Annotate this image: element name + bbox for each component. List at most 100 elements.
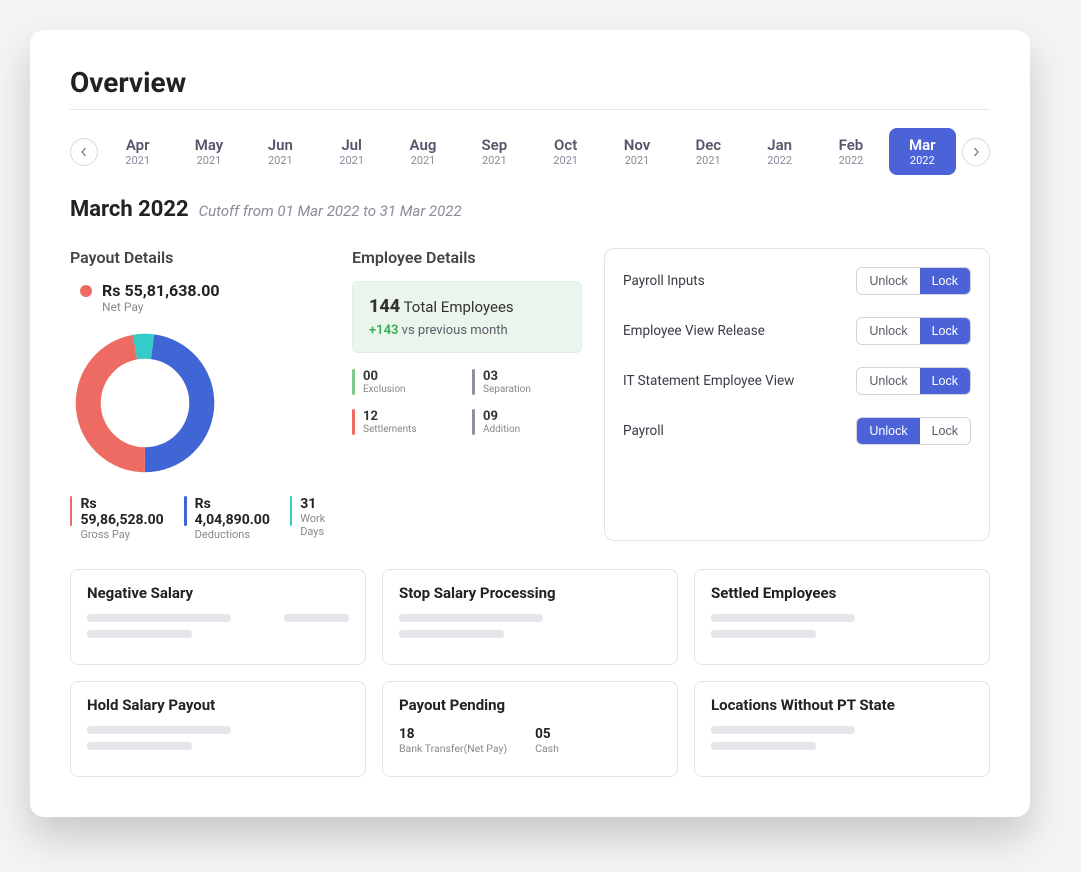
month-item-feb-2022[interactable]: Feb2022 (817, 128, 884, 175)
lock-button[interactable]: Lock (920, 318, 970, 344)
month-label: Oct (536, 136, 595, 154)
lock-button[interactable]: Lock (920, 418, 970, 444)
month-label: Mar (893, 136, 952, 154)
month-label: Nov (607, 136, 666, 154)
month-label: Sep (465, 136, 524, 154)
chevron-right-icon (971, 147, 981, 157)
lock-settings-panel: Payroll InputsUnlockLockEmployee View Re… (604, 248, 990, 541)
year-label: 2021 (251, 154, 310, 167)
card-title: Negative Salary (87, 584, 349, 602)
lock-button[interactable]: Lock (920, 268, 970, 294)
negative-salary-card[interactable]: Negative Salary (70, 569, 366, 665)
month-item-jul-2021[interactable]: Jul2021 (318, 128, 385, 175)
period-title: March 2022 (70, 197, 189, 222)
month-label: Jul (322, 136, 381, 154)
unlock-button[interactable]: Unlock (857, 368, 919, 394)
month-label: Aug (393, 136, 452, 154)
year-label: 2022 (893, 154, 952, 167)
card-title: Settled Employees (711, 584, 973, 602)
payout-pending-bank-val: 18 (399, 726, 507, 742)
employee-delta-text: vs previous month (398, 323, 507, 338)
lock-label: Employee View Release (623, 323, 765, 339)
period-subtitle: Cutoff from 01 Mar 2022 to 31 Mar 2022 (199, 202, 462, 220)
employee-breakdown: 00Exclusion03Separation12Settlements09Ad… (352, 369, 582, 435)
employee-total: 144 Total Employees (369, 296, 565, 317)
year-label: 2021 (679, 154, 738, 167)
net-pay-label: Net Pay (102, 300, 220, 314)
card-title: Stop Salary Processing (399, 584, 661, 602)
month-label: Jan (750, 136, 809, 154)
page-title: Overview (70, 66, 990, 110)
month-label: May (179, 136, 238, 154)
locations-pt-card[interactable]: Locations Without PT State (694, 681, 990, 777)
card-title: Locations Without PT State (711, 696, 973, 714)
year-label: 2021 (179, 154, 238, 167)
year-label: 2021 (465, 154, 524, 167)
month-list: Apr2021May2021Jun2021Jul2021Aug2021Sep20… (104, 128, 956, 175)
net-pay-block: Rs 55,81,638.00 Net Pay (80, 281, 330, 314)
card-title: Hold Salary Payout (87, 696, 349, 714)
month-label: Feb (821, 136, 880, 154)
year-label: 2022 (750, 154, 809, 167)
period-row: March 2022 Cutoff from 01 Mar 2022 to 31… (70, 197, 990, 222)
overview-panel: Overview Apr2021May2021Jun2021Jul2021Aug… (30, 30, 1030, 817)
payout-stats: Rs 59,86,528.00Gross PayRs 4,04,890.00De… (70, 496, 330, 541)
lock-label: Payroll Inputs (623, 273, 705, 289)
lock-label: Payroll (623, 423, 664, 439)
unlock-button[interactable]: Unlock (857, 418, 919, 444)
month-item-may-2021[interactable]: May2021 (175, 128, 242, 175)
month-item-oct-2021[interactable]: Oct2021 (532, 128, 599, 175)
year-label: 2021 (108, 154, 167, 167)
unlock-button[interactable]: Unlock (857, 268, 919, 294)
employee-delta: +143 vs previous month (369, 323, 565, 338)
employee-heading: Employee Details (352, 248, 582, 267)
lock-toggle: UnlockLock (856, 317, 971, 345)
month-item-apr-2021[interactable]: Apr2021 (104, 128, 171, 175)
month-navigator: Apr2021May2021Jun2021Jul2021Aug2021Sep20… (70, 128, 990, 175)
payout-pending-card[interactable]: Payout Pending 18 Bank Transfer(Net Pay)… (382, 681, 678, 777)
month-item-nov-2021[interactable]: Nov2021 (603, 128, 670, 175)
employee-total-box: 144 Total Employees +143 vs previous mon… (352, 281, 582, 353)
month-item-mar-2022[interactable]: Mar2022 (889, 128, 956, 175)
employee-stat: 00Exclusion (352, 369, 462, 395)
employee-stat: 03Separation (472, 369, 582, 395)
employee-delta-value: +143 (369, 323, 398, 338)
year-label: 2022 (821, 154, 880, 167)
lock-toggle: UnlockLock (856, 267, 971, 295)
month-item-aug-2021[interactable]: Aug2021 (389, 128, 456, 175)
month-label: Jun (251, 136, 310, 154)
lock-toggle: UnlockLock (856, 417, 971, 445)
month-label: Apr (108, 136, 167, 154)
card-title: Payout Pending (399, 696, 661, 714)
unlock-button[interactable]: Unlock (857, 318, 919, 344)
settled-employees-card[interactable]: Settled Employees (694, 569, 990, 665)
summary-cards-grid: Negative Salary Stop Salary Processing S… (70, 569, 990, 777)
month-item-dec-2021[interactable]: Dec2021 (675, 128, 742, 175)
net-pay-dot-icon (80, 285, 92, 297)
net-pay-value: Rs 55,81,638.00 (102, 281, 220, 300)
stop-salary-card[interactable]: Stop Salary Processing (382, 569, 678, 665)
lock-row: IT Statement Employee View UnlockLock (623, 367, 971, 395)
hold-salary-card[interactable]: Hold Salary Payout (70, 681, 366, 777)
lock-row: Employee View Release UnlockLock (623, 317, 971, 345)
lock-row: Payroll UnlockLock (623, 417, 971, 445)
employee-stat: 09Addition (472, 409, 582, 435)
year-label: 2021 (607, 154, 666, 167)
month-label: Dec (679, 136, 738, 154)
payout-stat: Rs 59,86,528.00Gross Pay (70, 496, 164, 541)
employee-details-section: Employee Details 144 Total Employees +14… (352, 248, 582, 541)
lock-button[interactable]: Lock (920, 368, 970, 394)
payout-stat: 31Work Days (290, 496, 330, 541)
month-prev-button[interactable] (70, 138, 98, 166)
month-item-jun-2021[interactable]: Jun2021 (247, 128, 314, 175)
payout-details-section: Payout Details Rs 55,81,638.00 Net Pay R… (70, 248, 330, 541)
payout-heading: Payout Details (70, 248, 330, 267)
lock-label: IT Statement Employee View (623, 373, 794, 389)
payout-pending-cash-lbl: Cash (535, 742, 559, 755)
month-next-button[interactable] (962, 138, 990, 166)
month-item-sep-2021[interactable]: Sep2021 (461, 128, 528, 175)
employee-total-number: 144 (369, 296, 400, 317)
month-item-jan-2022[interactable]: Jan2022 (746, 128, 813, 175)
lock-toggle: UnlockLock (856, 367, 971, 395)
year-label: 2021 (393, 154, 452, 167)
